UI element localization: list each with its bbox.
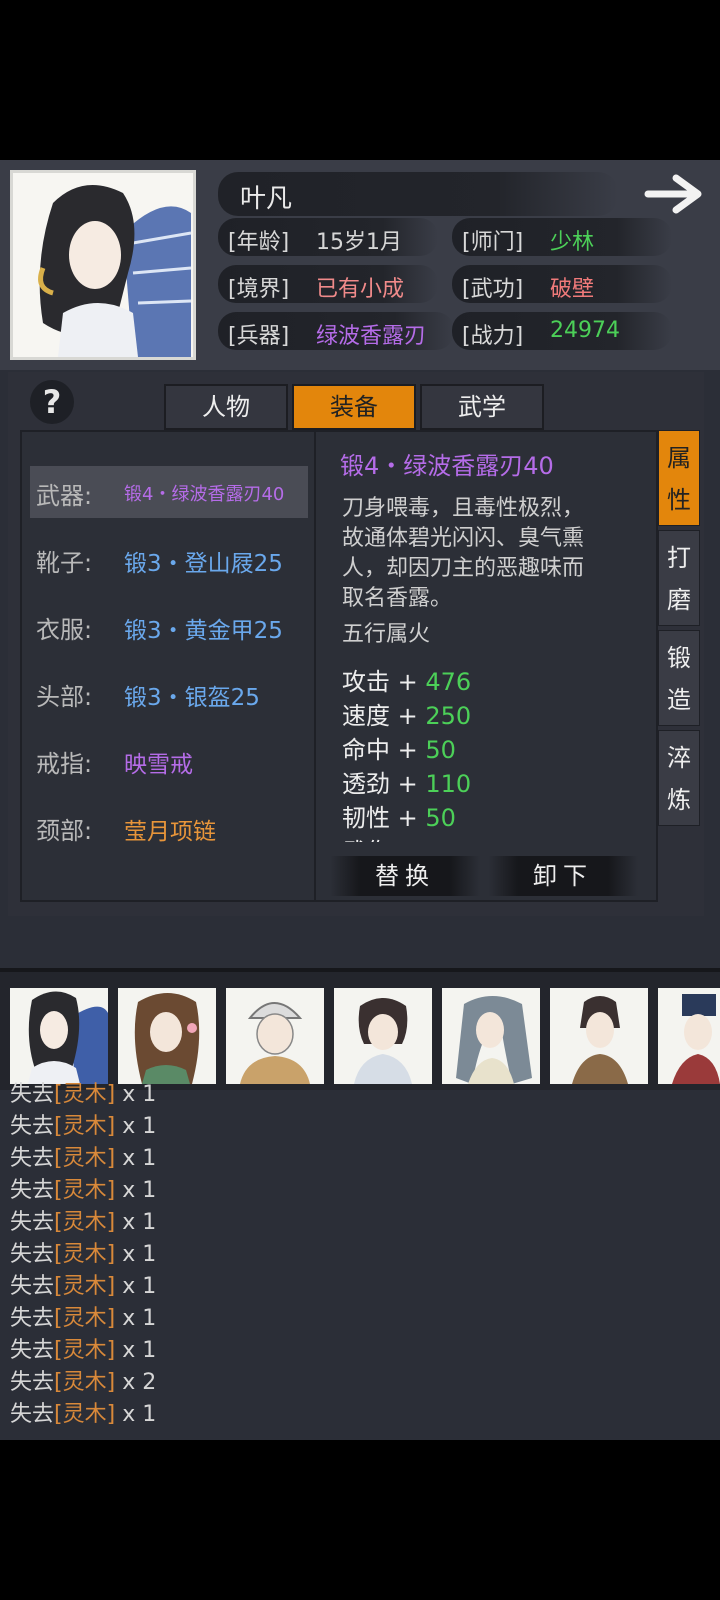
character-portrait-icon bbox=[354, 998, 412, 1084]
character-portrait-icon bbox=[456, 996, 532, 1084]
attr-row: 命中 + 50 bbox=[342, 736, 456, 764]
log-line: 失去[灵木] x 1 bbox=[10, 1210, 157, 1235]
stat-value: 15岁1月 bbox=[316, 230, 402, 255]
stat-value: 破壁 bbox=[550, 277, 595, 302]
loot-log: 失去[灵木] x 1 失去[灵木] x 1 失去[灵木] x 1 失去[灵木] … bbox=[10, 1076, 310, 1428]
slot-weapon[interactable]: 武器: 锻4・绿波香露刃40 bbox=[30, 466, 308, 518]
side-tab-temper[interactable]: 淬炼 bbox=[658, 730, 700, 826]
slot-boots[interactable]: 靴子: 锻3・登山屐25 bbox=[30, 533, 308, 585]
hero-portrait[interactable] bbox=[10, 170, 196, 360]
character-card[interactable] bbox=[226, 988, 324, 1084]
item-description: 刀身喂毒，且毒性极烈， 故通体碧光闪闪、臭气熏 人，却因刀主的恶趣味而 取名香露… bbox=[342, 496, 585, 611]
character-portrait-icon bbox=[672, 994, 720, 1084]
character-card[interactable] bbox=[550, 988, 648, 1084]
log-line: 失去[灵木] x 1 bbox=[10, 1274, 157, 1299]
stat-sect: [师门] 少林 bbox=[452, 218, 672, 256]
stat-value: 少林 bbox=[550, 230, 595, 255]
attr-row: 速度 + 250 bbox=[342, 702, 472, 730]
stat-realm: [境界] 已有小成 bbox=[218, 265, 438, 303]
slot-ring[interactable]: 戒指: 映雪戒 bbox=[30, 734, 308, 786]
slot-item: 锻3・银盔25 bbox=[124, 685, 260, 711]
item-detail-panel: 锻4・绿波香露刃40 刀身喂毒，且毒性极烈， 故通体碧光闪闪、臭气熏 人，却因刀… bbox=[314, 430, 658, 902]
slot-item: 映雪戒 bbox=[124, 752, 193, 778]
log-line: 失去[灵木] x 1 bbox=[10, 1082, 157, 1107]
log-line: 失去[灵木] x 1 bbox=[10, 1338, 157, 1363]
question-icon[interactable]: ? bbox=[30, 380, 74, 424]
item-title: 锻4・绿波香露刃40 bbox=[340, 452, 554, 480]
stat-weapon: [兵器] 绿波香露刃 bbox=[218, 312, 454, 350]
slot-armor[interactable]: 衣服: 锻3・黄金甲25 bbox=[30, 600, 308, 652]
character-strip bbox=[0, 968, 720, 1090]
equipment-slot-list: 武器: 锻4・绿波香露刃40 靴子: 锻3・登山屐25 衣服: 锻3・黄金甲25… bbox=[20, 430, 316, 902]
slot-head[interactable]: 头部: 锻3・银盔25 bbox=[30, 667, 308, 719]
item-attributes[interactable]: 攻击 + 476 速度 + 250 命中 + 50 透劲 + 110 韧性 + … bbox=[342, 662, 642, 842]
stat-age: [年龄] 15岁1月 bbox=[218, 218, 438, 256]
equipment-panel: ? 人物 装备 武学 武器: 锻4・绿波香露刃40 靴子: 锻3・登山屐25 衣… bbox=[8, 372, 704, 916]
log-line: 失去[灵木] x 2 bbox=[10, 1370, 157, 1395]
side-tab-polish[interactable]: 打磨 bbox=[658, 530, 700, 626]
portrait-art-icon bbox=[13, 173, 193, 357]
side-tab-attributes[interactable]: 属性 bbox=[658, 430, 700, 526]
attr-row: 攻击 + 476 bbox=[342, 668, 472, 696]
tab-equipment[interactable]: 装备 bbox=[292, 384, 416, 430]
hero-name: 叶凡 bbox=[240, 184, 293, 214]
log-line: 失去[灵木] x 1 bbox=[10, 1402, 157, 1427]
slot-item: 莹月项链 bbox=[124, 819, 216, 845]
character-card[interactable] bbox=[118, 988, 216, 1084]
character-card[interactable] bbox=[658, 988, 720, 1084]
character-portrait-icon bbox=[572, 996, 628, 1084]
character-card[interactable] bbox=[334, 988, 432, 1084]
right-arrow-icon[interactable] bbox=[644, 170, 708, 218]
character-card[interactable] bbox=[442, 988, 540, 1084]
slot-item: 锻3・黄金甲25 bbox=[124, 618, 283, 644]
character-card[interactable] bbox=[10, 988, 108, 1084]
hero-header: 叶凡 [年龄] 15岁1月 [师门] 少林 [境界] 已有小成 [武功] 破壁 … bbox=[0, 160, 720, 370]
stat-value: 绿波香露刃 bbox=[316, 324, 427, 349]
tab-character[interactable]: 人物 bbox=[164, 384, 288, 430]
log-line: 失去[灵木] x 1 bbox=[10, 1178, 157, 1203]
log-line: 失去[灵木] x 1 bbox=[10, 1242, 157, 1267]
stat-value: 已有小成 bbox=[316, 277, 405, 302]
character-portrait-icon bbox=[134, 993, 200, 1084]
side-tab-forge[interactable]: 锻造 bbox=[658, 630, 700, 726]
slot-item: 锻4・绿波香露刃40 bbox=[124, 484, 285, 505]
attr-row: 透劲 + 110 bbox=[342, 770, 472, 798]
attr-row: 韧性 + 50 bbox=[342, 804, 456, 832]
character-portrait-icon bbox=[28, 991, 108, 1084]
slot-item: 锻3・登山屐25 bbox=[124, 551, 283, 577]
game-screen: 叶凡 [年龄] 15岁1月 [师门] 少林 [境界] 已有小成 [武功] 破壁 … bbox=[0, 160, 720, 1440]
slot-necklace[interactable]: 颈部: 莹月项链 bbox=[30, 801, 308, 853]
log-line: 失去[灵木] x 1 bbox=[10, 1306, 157, 1331]
log-line: 失去[灵木] x 1 bbox=[10, 1114, 157, 1139]
unequip-button[interactable]: 卸下 bbox=[488, 856, 638, 896]
stat-skill: [武功] 破壁 bbox=[452, 265, 672, 303]
item-element: 五行属火 bbox=[342, 622, 431, 647]
attr-row: 武伤 + 160 bbox=[342, 832, 642, 842]
tab-martial-arts[interactable]: 武学 bbox=[420, 384, 544, 430]
log-line: 失去[灵木] x 1 bbox=[10, 1146, 157, 1171]
replace-button[interactable]: 替换 bbox=[330, 856, 480, 896]
stat-power: [战力] 24974 bbox=[452, 312, 672, 350]
stat-value: 24974 bbox=[550, 318, 620, 343]
detail-side-tabs: 属性 打磨 锻造 淬炼 bbox=[658, 430, 702, 830]
character-portrait-icon bbox=[240, 1002, 310, 1084]
